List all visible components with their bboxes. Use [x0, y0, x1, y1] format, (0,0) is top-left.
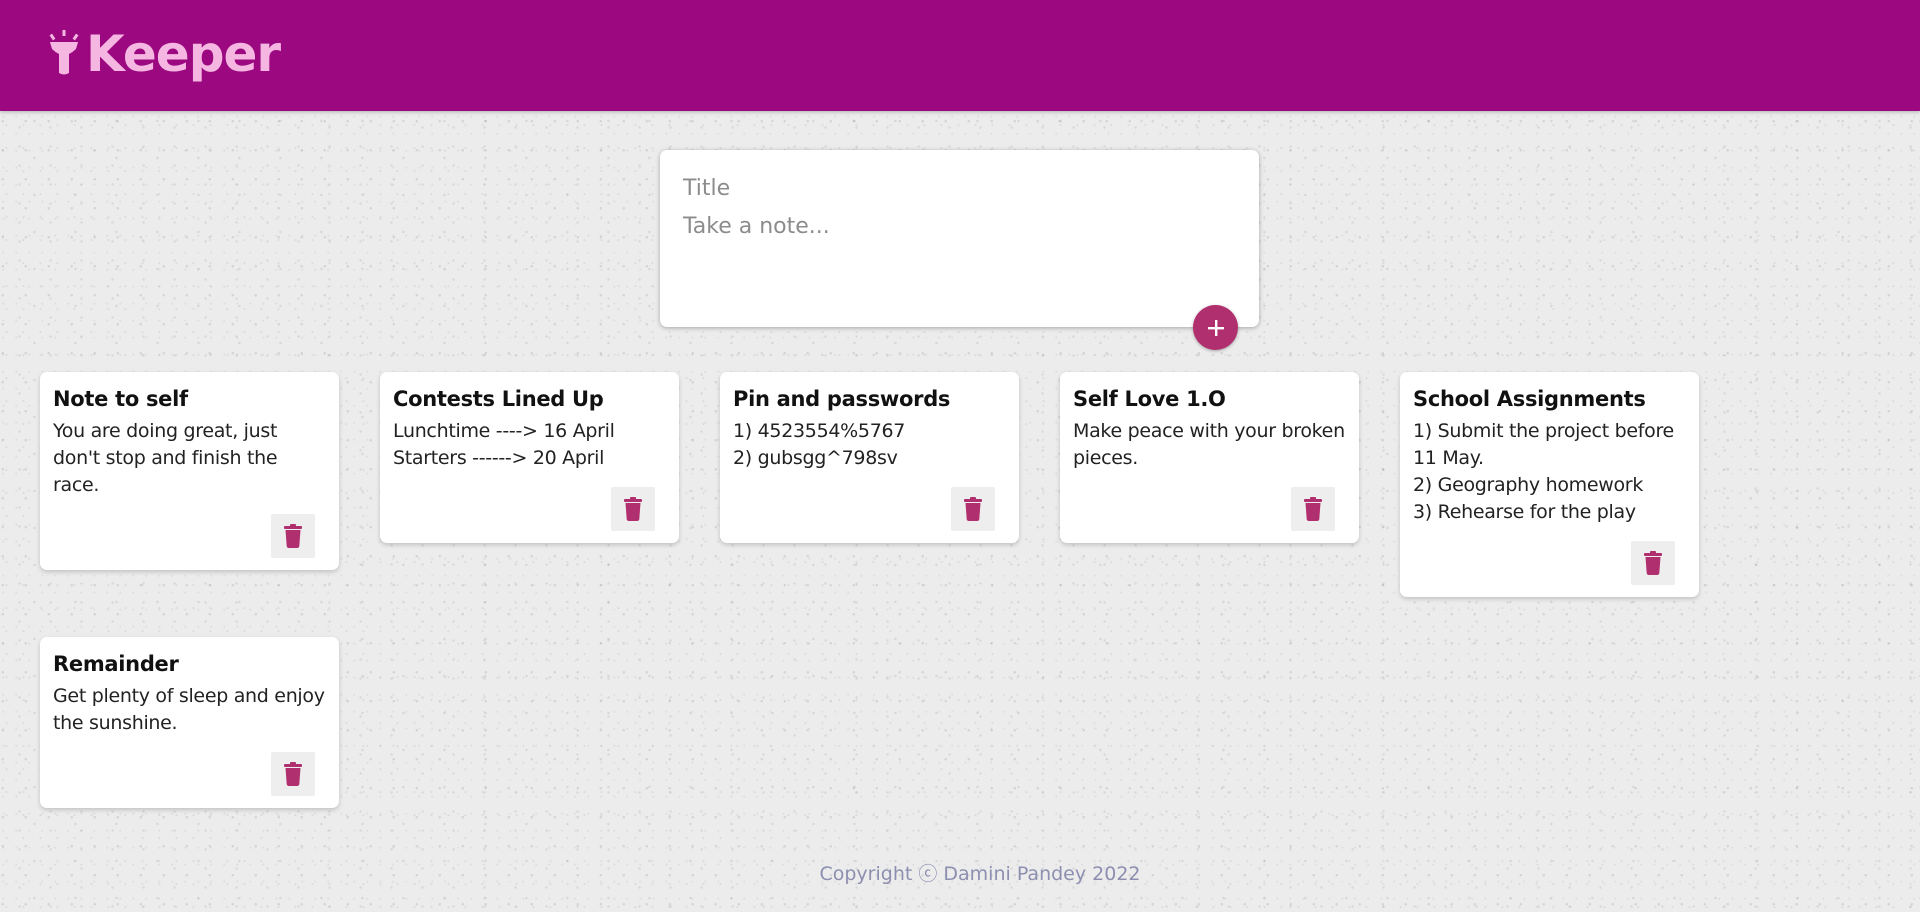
compose-note-form: [660, 150, 1259, 327]
note-title: Contests Lined Up: [393, 387, 604, 411]
plus-icon: [1207, 319, 1224, 336]
trash-icon: [624, 497, 642, 521]
note-title-input[interactable]: [683, 172, 1233, 204]
note-content: Make peace with your broken pieces.: [1073, 420, 1345, 469]
delete-note-button[interactable]: [1291, 487, 1335, 531]
delete-note-button[interactable]: [611, 487, 655, 531]
trash-icon: [1304, 497, 1322, 521]
note-card: Contests Lined Up Lunchtime ----> 16 Apr…: [380, 372, 679, 543]
delete-note-button[interactable]: [951, 487, 995, 531]
note-card: School Assignments 1) Submit the project…: [1400, 372, 1699, 597]
trash-icon: [284, 524, 302, 548]
footer: Copyright ⓒ Damini Pandey 2022: [0, 859, 1920, 886]
brand: Keeper: [46, 24, 281, 84]
torch-icon: [49, 30, 79, 75]
note-card: Remainder Get plenty of sleep and enjoy …: [40, 637, 339, 808]
note-title: School Assignments: [1413, 387, 1646, 411]
note-card: Note to self You are doing great, just d…: [40, 372, 339, 570]
note-title: Pin and passwords: [733, 387, 951, 411]
add-note-button[interactable]: [1193, 305, 1238, 350]
note-content: Lunchtime ----> 16 April Starters ------…: [393, 420, 615, 469]
note-content: Get plenty of sleep and enjoy the sunshi…: [53, 685, 325, 734]
note-card: Pin and passwords 1) 4523554%5767 2) gub…: [720, 372, 1019, 543]
delete-note-button[interactable]: [1631, 541, 1675, 585]
note-title: Note to self: [53, 387, 188, 411]
delete-note-button[interactable]: [271, 514, 315, 558]
note-title: Remainder: [53, 652, 179, 676]
note-title: Self Love 1.O: [1073, 387, 1226, 411]
trash-icon: [964, 497, 982, 521]
copyright-text: Copyright ⓒ Damini Pandey 2022: [819, 863, 1141, 885]
trash-icon: [1644, 551, 1662, 575]
delete-note-button[interactable]: [271, 752, 315, 796]
trash-icon: [284, 762, 302, 786]
note-content: You are doing great, just don't stop and…: [53, 420, 278, 496]
brand-title: Keeper: [86, 25, 281, 83]
note-content-input[interactable]: [683, 212, 1233, 302]
note-card: Self Love 1.O Make peace with your broke…: [1060, 372, 1359, 543]
note-content: 1) 4523554%5767 2) gubsgg^798sv: [733, 420, 906, 469]
app-header: Keeper: [0, 0, 1920, 111]
note-content: 1) Submit the project before 11 May. 2) …: [1413, 420, 1674, 523]
